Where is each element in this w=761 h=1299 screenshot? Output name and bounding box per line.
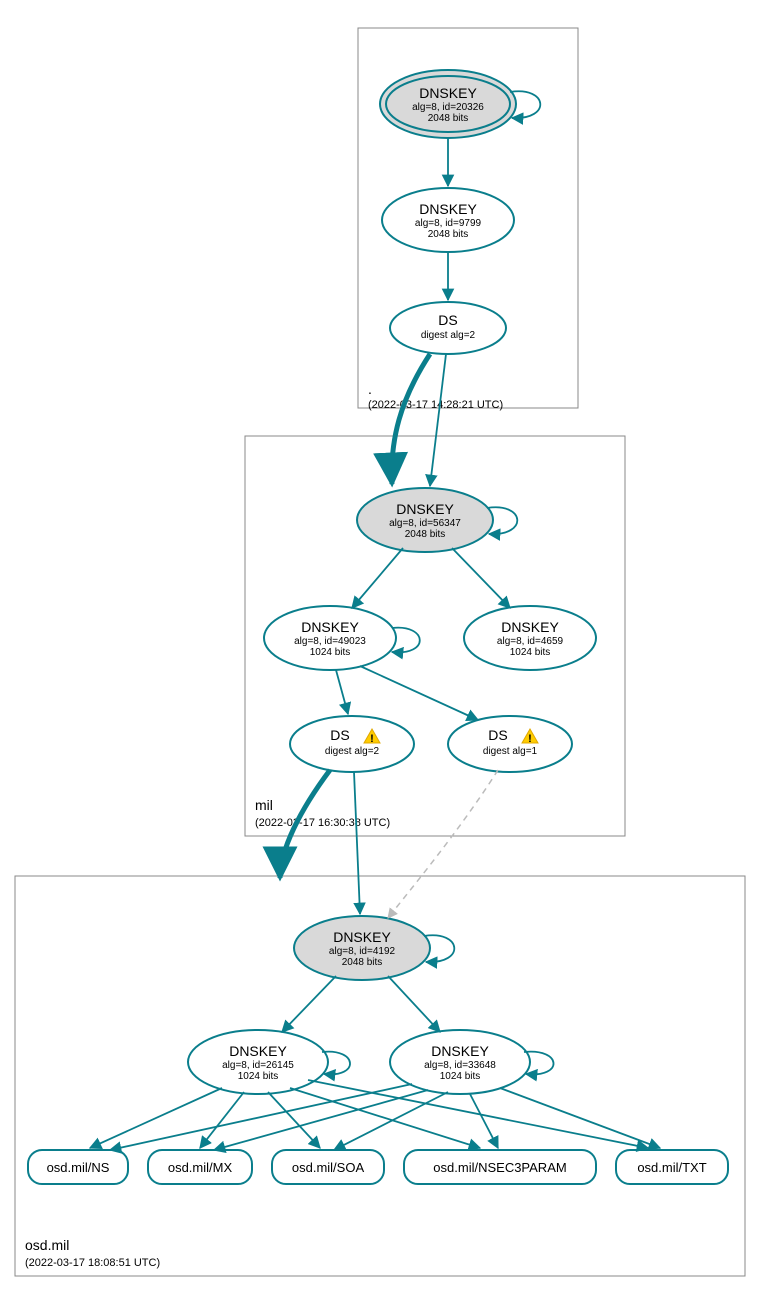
- svg-text:osd.mil/MX: osd.mil/MX: [168, 1160, 233, 1175]
- zone-osd: osd.mil (2022-03-17 18:08:51 UTC) DNSKEY…: [15, 770, 745, 1276]
- svg-text:alg=8, id=20326: alg=8, id=20326: [412, 102, 484, 113]
- node-mil-ds2: DS digest alg=2 !: [290, 716, 414, 772]
- rr-nsec: osd.mil/NSEC3PARAM: [404, 1150, 596, 1184]
- svg-text:DNSKEY: DNSKEY: [396, 501, 454, 517]
- svg-text:2048 bits: 2048 bits: [428, 229, 469, 240]
- zone-mil-ts: (2022-03-17 16:30:38 UTC): [255, 817, 390, 829]
- node-mil-zsk: DNSKEY alg=8, id=49023 1024 bits: [264, 606, 396, 670]
- svg-text:DNSKEY: DNSKEY: [501, 619, 559, 635]
- node-mil-ksk: DNSKEY alg=8, id=56347 2048 bits: [357, 488, 493, 552]
- node-root-zsk: DNSKEY alg=8, id=9799 2048 bits: [382, 188, 514, 252]
- node-mil-ds1: DS digest alg=1 !: [448, 716, 572, 772]
- svg-text:1024 bits: 1024 bits: [440, 1071, 481, 1082]
- svg-text:alg=8, id=9799: alg=8, id=9799: [415, 218, 482, 229]
- rr-soa: osd.mil/SOA: [272, 1150, 384, 1184]
- node-osd-ksk: DNSKEY alg=8, id=4192 2048 bits: [294, 916, 430, 980]
- rr-ns: osd.mil/NS: [28, 1150, 128, 1184]
- svg-text:DS: DS: [438, 312, 457, 328]
- svg-text:alg=8, id=49023: alg=8, id=49023: [294, 636, 366, 647]
- svg-text:2048 bits: 2048 bits: [405, 529, 446, 540]
- svg-text:DS: DS: [330, 727, 349, 743]
- zone-root-ts: (2022-03-17 14:28:21 UTC): [368, 399, 503, 411]
- svg-text:!: !: [370, 733, 374, 745]
- svg-text:DNSKEY: DNSKEY: [333, 929, 391, 945]
- svg-text:digest alg=2: digest alg=2: [421, 330, 476, 341]
- svg-text:digest alg=1: digest alg=1: [483, 746, 538, 757]
- svg-text:osd.mil/NSEC3PARAM: osd.mil/NSEC3PARAM: [433, 1160, 566, 1175]
- node-root-ds: DS digest alg=2: [390, 302, 506, 354]
- svg-text:DNSKEY: DNSKEY: [419, 201, 477, 217]
- svg-text:2048 bits: 2048 bits: [342, 957, 383, 968]
- svg-text:1024 bits: 1024 bits: [310, 647, 351, 658]
- svg-text:DS: DS: [488, 727, 507, 743]
- svg-text:DNSKEY: DNSKEY: [419, 85, 477, 101]
- svg-text:osd.mil/SOA: osd.mil/SOA: [292, 1160, 365, 1175]
- node-osd-zsk1: DNSKEY alg=8, id=26145 1024 bits: [188, 1030, 328, 1094]
- zone-mil-label: mil: [255, 797, 273, 813]
- svg-text:2048 bits: 2048 bits: [428, 113, 469, 124]
- dnssec-diagram: . (2022-03-17 14:28:21 UTC) DNSKEY alg=8…: [0, 0, 761, 1299]
- svg-text:alg=8, id=56347: alg=8, id=56347: [389, 518, 461, 529]
- svg-text:1024 bits: 1024 bits: [238, 1071, 279, 1082]
- svg-text:DNSKEY: DNSKEY: [301, 619, 359, 635]
- node-mil-zsk2: DNSKEY alg=8, id=4659 1024 bits: [464, 606, 596, 670]
- svg-text:alg=8, id=33648: alg=8, id=33648: [424, 1060, 496, 1071]
- zone-root-label: .: [368, 381, 372, 397]
- node-root-ksk: DNSKEY alg=8, id=20326 2048 bits: [380, 70, 516, 138]
- svg-text:DNSKEY: DNSKEY: [431, 1043, 489, 1059]
- svg-text:osd.mil/TXT: osd.mil/TXT: [637, 1160, 706, 1175]
- zone-osd-ts: (2022-03-17 18:08:51 UTC): [25, 1257, 160, 1269]
- svg-text:alg=8, id=4659: alg=8, id=4659: [497, 636, 564, 647]
- svg-text:alg=8, id=4192: alg=8, id=4192: [329, 946, 396, 957]
- svg-text:!: !: [528, 733, 532, 745]
- zone-root: . (2022-03-17 14:28:21 UTC) DNSKEY alg=8…: [358, 28, 578, 411]
- rr-txt: osd.mil/TXT: [616, 1150, 728, 1184]
- svg-text:alg=8, id=26145: alg=8, id=26145: [222, 1060, 294, 1071]
- zone-osd-label: osd.mil: [25, 1237, 69, 1253]
- svg-text:digest alg=2: digest alg=2: [325, 746, 380, 757]
- svg-text:osd.mil/NS: osd.mil/NS: [47, 1160, 110, 1175]
- svg-text:1024 bits: 1024 bits: [510, 647, 551, 658]
- rr-mx: osd.mil/MX: [148, 1150, 252, 1184]
- svg-text:DNSKEY: DNSKEY: [229, 1043, 287, 1059]
- zone-mil: mil (2022-03-17 16:30:38 UTC) DNSKEY alg…: [245, 354, 625, 836]
